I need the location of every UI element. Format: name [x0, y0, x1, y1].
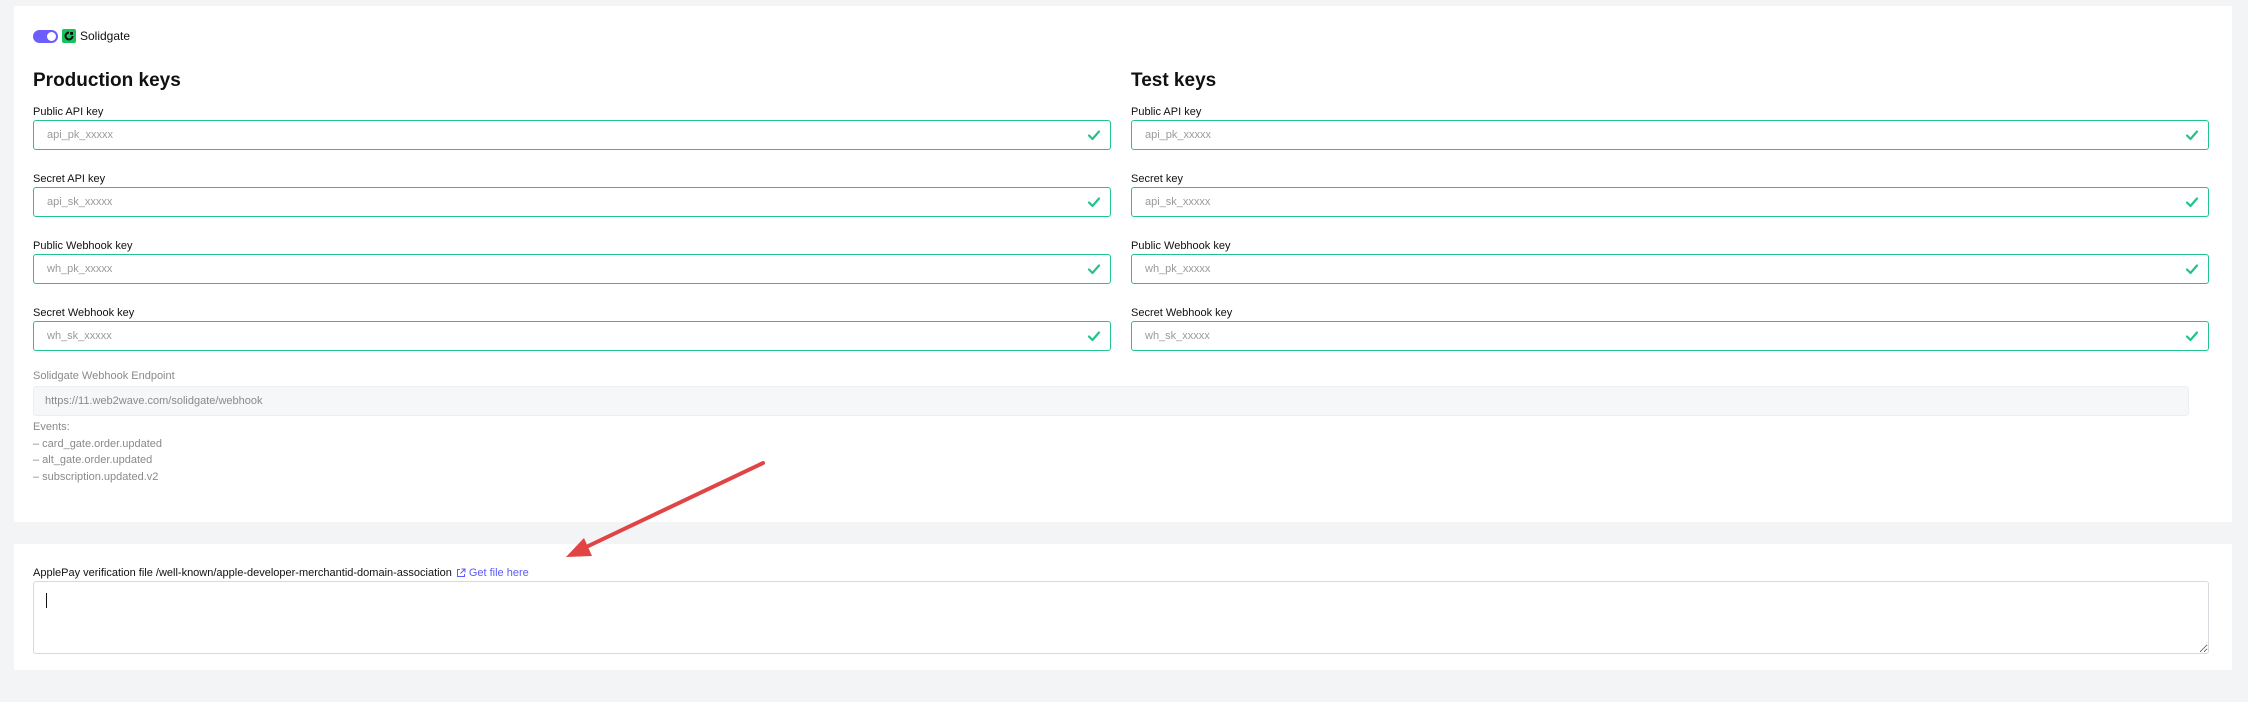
prod-secret-webhook-key-field: Secret Webhook key — [33, 306, 1111, 351]
prod-secret-api-key-input[interactable] — [45, 195, 1099, 209]
check-icon — [1087, 130, 1101, 141]
test-public-webhook-key-field: Public Webhook key — [1131, 239, 2209, 284]
test-keys-section: Test keys Public API key Secret key Publ… — [1131, 66, 2209, 351]
provider-enable-toggle[interactable] — [33, 29, 58, 43]
input-wrapper — [1131, 321, 2209, 351]
external-link-icon — [456, 568, 466, 577]
prod-public-webhook-key-field: Public Webhook key — [33, 239, 1111, 284]
field-label: Public API key — [33, 106, 104, 118]
field-label: Secret Webhook key — [1131, 307, 1233, 319]
prod-public-api-key-field: Public API key — [33, 105, 1111, 150]
event-item: – subscription.updated.v2 — [33, 470, 159, 483]
field-label: Public Webhook key — [1131, 240, 1231, 252]
event-item: – alt_gate.order.updated — [33, 454, 153, 466]
input-wrapper — [33, 254, 1111, 284]
prod-public-webhook-key-input[interactable] — [45, 262, 1099, 276]
test-secret-key-input[interactable] — [1143, 195, 2197, 209]
check-icon — [1087, 197, 1101, 208]
toggle-knob — [47, 31, 56, 41]
test-secret-webhook-key-field: Secret Webhook key — [1131, 306, 2209, 351]
webhook-endpoint-url: https://11.web2wave.com/solidgate/webhoo… — [45, 395, 263, 407]
provider-header: Solidgate — [33, 27, 130, 45]
applepay-label: ApplePay verification file /well-known/a… — [33, 567, 452, 579]
check-icon — [1087, 264, 1101, 275]
field-label: Public Webhook key — [33, 240, 133, 252]
prod-secret-webhook-key-input[interactable] — [45, 329, 1099, 343]
check-icon — [1087, 331, 1101, 342]
field-label: Secret Webhook key — [33, 307, 135, 319]
test-public-api-key-input[interactable] — [1143, 128, 2197, 142]
input-wrapper — [1131, 120, 2209, 150]
get-file-link-text: Get file here — [468, 567, 529, 579]
test-secret-webhook-key-input[interactable] — [1143, 329, 2197, 343]
input-wrapper — [1131, 187, 2209, 217]
events-heading: Events: — [33, 421, 70, 433]
check-icon — [2185, 331, 2199, 342]
production-keys-title: Production keys — [33, 70, 181, 91]
applepay-file-textarea[interactable] — [33, 581, 2209, 654]
solidgate-logo-icon — [62, 29, 76, 43]
input-wrapper — [33, 120, 1111, 150]
test-keys-title: Test keys — [1131, 70, 1217, 91]
check-icon — [2185, 130, 2199, 141]
keys-card: Solidgate Production keys Public API key… — [14, 6, 2232, 522]
input-wrapper — [1131, 254, 2209, 284]
field-label: Secret API key — [33, 173, 106, 185]
test-public-api-key-field: Public API key — [1131, 105, 2209, 150]
field-label: Secret key — [1131, 173, 1183, 185]
prod-public-api-key-input[interactable] — [45, 128, 1099, 142]
check-icon — [2185, 197, 2199, 208]
text-cursor — [46, 593, 47, 608]
prod-secret-api-key-field: Secret API key — [33, 172, 1111, 217]
field-label: Public API key — [1131, 106, 1202, 118]
test-secret-key-field: Secret key — [1131, 172, 2209, 217]
input-wrapper — [33, 187, 1111, 217]
test-public-webhook-key-input[interactable] — [1143, 262, 2197, 276]
webhook-endpoint-label: Solidgate Webhook Endpoint — [33, 370, 175, 382]
provider-name: Solidgate — [80, 29, 131, 43]
event-item: – card_gate.order.updated — [33, 437, 163, 450]
applepay-label-row: ApplePay verification file /well-known/a… — [33, 565, 529, 581]
webhook-endpoint-field: https://11.web2wave.com/solidgate/webhoo… — [33, 386, 2189, 416]
webhook-events-list: Events: – card_gate.order.updated – alt_… — [33, 419, 162, 485]
check-icon — [2185, 264, 2199, 275]
production-keys-section: Production keys Public API key Secret AP… — [33, 66, 1111, 351]
input-wrapper — [33, 321, 1111, 351]
applepay-card: ApplePay verification file /well-known/a… — [14, 544, 2232, 670]
get-file-link[interactable]: Get file here — [456, 567, 529, 579]
